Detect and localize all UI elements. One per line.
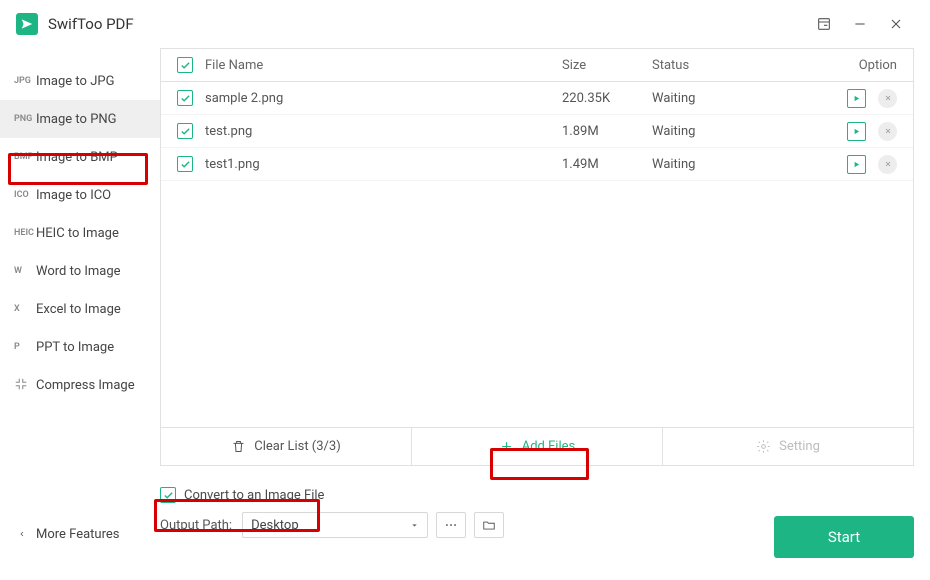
- file-list-box: File Name Size Status Option sample 2.pn…: [160, 48, 914, 466]
- more-features-button[interactable]: More Features: [0, 516, 160, 552]
- compress-icon: [14, 377, 36, 394]
- sidebar-item-excel-to-image[interactable]: X Excel to Image: [0, 290, 160, 328]
- convert-label: Convert to an Image File: [184, 488, 324, 503]
- sidebar-item-label: Compress Image: [36, 378, 135, 393]
- start-button[interactable]: Start: [774, 516, 914, 558]
- sidebar-item-ppt-to-image[interactable]: P PPT to Image: [0, 328, 160, 366]
- format-tag: BMP: [14, 152, 36, 162]
- sidebar-item-heic-to-image[interactable]: HEIC HEIC to Image: [0, 214, 160, 252]
- browse-folder-button[interactable]: [474, 512, 504, 538]
- remove-icon[interactable]: [878, 89, 897, 108]
- file-status: Waiting: [652, 124, 827, 139]
- play-icon[interactable]: [847, 155, 866, 174]
- setting-label: Setting: [779, 439, 820, 454]
- file-size: 1.89M: [562, 124, 652, 139]
- file-list-header: File Name Size Status Option: [161, 49, 913, 82]
- more-features-label: More Features: [36, 527, 120, 542]
- format-tag: X: [14, 304, 36, 314]
- file-status: Waiting: [652, 157, 827, 172]
- ellipsis-icon: [444, 518, 458, 532]
- sidebar-item-label: Image to ICO: [36, 188, 111, 203]
- file-name: sample 2.png: [205, 91, 562, 106]
- sidebar-item-label: Image to JPG: [36, 74, 114, 89]
- minimize-button[interactable]: [842, 6, 878, 42]
- file-row: test1.png 1.49M Waiting: [161, 148, 913, 181]
- format-tag: JPG: [14, 76, 36, 86]
- sidebar-item-image-to-bmp[interactable]: BMP Image to BMP: [0, 138, 160, 176]
- file-name: test.png: [205, 124, 562, 139]
- sidebar: JPG Image to JPG PNG Image to PNG BMP Im…: [0, 48, 160, 580]
- more-options-button[interactable]: [436, 512, 466, 538]
- clear-list-label: Clear List (3/3): [254, 439, 341, 454]
- main-area: File Name Size Status Option sample 2.pn…: [160, 48, 930, 580]
- output-path-select[interactable]: Desktop: [242, 512, 428, 538]
- titlebar: SwifToo PDF: [0, 0, 930, 48]
- header-name: File Name: [205, 58, 562, 73]
- header-status: Status: [652, 58, 827, 73]
- select-all-checkbox[interactable]: [177, 57, 193, 73]
- clear-list-button[interactable]: Clear List (3/3): [161, 428, 411, 465]
- file-size: 220.35K: [562, 91, 652, 106]
- sidebar-item-label: Image to PNG: [36, 112, 117, 127]
- sidebar-item-image-to-png[interactable]: PNG Image to PNG: [0, 100, 160, 138]
- remove-icon[interactable]: [878, 155, 897, 174]
- format-tag: HEIC: [14, 228, 36, 238]
- setting-button[interactable]: Setting: [662, 428, 913, 465]
- add-files-button[interactable]: Add Files: [411, 428, 662, 465]
- sidebar-item-label: HEIC to Image: [36, 226, 119, 241]
- window-settings-icon[interactable]: [806, 6, 842, 42]
- sidebar-item-image-to-ico[interactable]: ICO Image to ICO: [0, 176, 160, 214]
- sidebar-item-label: PPT to Image: [36, 340, 114, 355]
- output-path-value: Desktop: [251, 518, 299, 533]
- header-size: Size: [562, 58, 652, 73]
- format-tag: PNG: [14, 114, 36, 124]
- output-path-label: Output Path:: [160, 518, 232, 533]
- convert-checkbox[interactable]: [160, 487, 176, 503]
- plus-icon: [499, 439, 514, 454]
- file-status: Waiting: [652, 91, 827, 106]
- folder-icon: [482, 518, 496, 532]
- trash-icon: [231, 439, 246, 454]
- add-files-label: Add Files: [522, 439, 575, 454]
- play-icon[interactable]: [847, 89, 866, 108]
- file-toolbar: Clear List (3/3) Add Files Setting: [161, 427, 913, 465]
- gear-icon: [756, 439, 771, 454]
- chevron-down-icon: [410, 521, 419, 530]
- sidebar-item-label: Word to Image: [36, 264, 121, 279]
- close-button[interactable]: [878, 6, 914, 42]
- sidebar-item-compress-image[interactable]: Compress Image: [0, 366, 160, 404]
- app-logo: [16, 13, 38, 35]
- sidebar-item-image-to-jpg[interactable]: JPG Image to JPG: [0, 62, 160, 100]
- sidebar-item-label: Excel to Image: [36, 302, 121, 317]
- row-checkbox[interactable]: [177, 156, 193, 172]
- header-option: Option: [827, 58, 897, 73]
- app-title: SwifToo PDF: [48, 15, 134, 33]
- sidebar-item-word-to-image[interactable]: W Word to Image: [0, 252, 160, 290]
- format-tag: ICO: [14, 190, 36, 200]
- row-checkbox[interactable]: [177, 90, 193, 106]
- file-name: test1.png: [205, 157, 562, 172]
- file-size: 1.49M: [562, 157, 652, 172]
- format-tag: W: [14, 266, 36, 276]
- row-checkbox[interactable]: [177, 123, 193, 139]
- format-tag: P: [14, 342, 36, 352]
- play-icon[interactable]: [847, 122, 866, 141]
- start-label: Start: [828, 528, 860, 546]
- file-row: test.png 1.89M Waiting: [161, 115, 913, 148]
- file-row: sample 2.png 220.35K Waiting: [161, 82, 913, 115]
- remove-icon[interactable]: [878, 122, 897, 141]
- sidebar-item-label: Image to BMP: [36, 150, 118, 165]
